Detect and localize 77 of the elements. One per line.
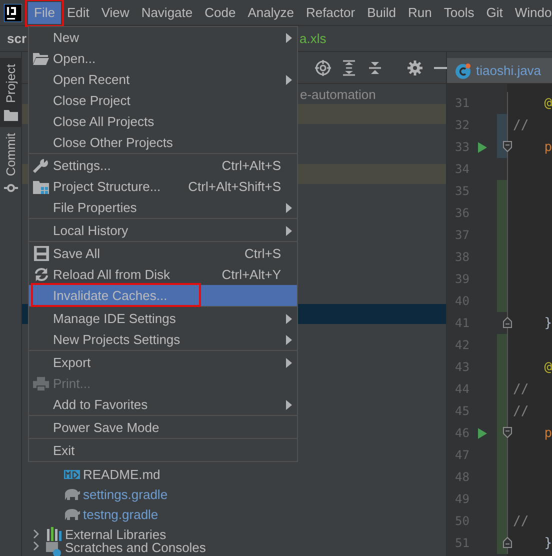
commit-icon: [4, 182, 18, 194]
chevron-icon[interactable]: [32, 529, 40, 539]
menu-bar-item[interactable]: Navigate: [135, 2, 199, 24]
locate-icon[interactable]: [315, 60, 331, 76]
editor-tab[interactable]: tiaoshi.java: [447, 58, 552, 83]
run-icon[interactable]: [478, 428, 487, 438]
tree-item[interactable]: README.md: [83, 466, 160, 482]
menu-item[interactable]: Settings... Ctrl+Alt+S: [29, 155, 297, 176]
reload-icon: [34, 267, 48, 282]
tree-item[interactable]: e-automation: [300, 86, 376, 102]
tree-item[interactable]: Scratches and Consoles: [65, 541, 206, 555]
app-logo-icon[interactable]: [4, 4, 22, 22]
tree-item[interactable]: External Libraries: [65, 526, 166, 542]
scratches-icon: [46, 541, 62, 556]
elephant-icon: [64, 507, 80, 521]
menu-item[interactable]: New: [29, 27, 297, 48]
library-icon: [46, 526, 62, 542]
folder-icon: [4, 108, 18, 121]
folder-icon: [33, 52, 49, 65]
menu-item[interactable]: Close Other Projects: [29, 132, 297, 153]
menu-bar-item[interactable]: Code: [198, 2, 242, 24]
tool-window-tab[interactable]: Project: [0, 58, 21, 127]
menu-bar-item[interactable]: View: [95, 2, 136, 24]
menu-item[interactable]: Close Project: [29, 90, 297, 111]
code-text: p: [543, 140, 552, 154]
menu-item[interactable]: Power Save Mode: [29, 417, 297, 438]
menu-item[interactable]: File Properties: [29, 197, 297, 218]
menu-item[interactable]: Open...: [29, 48, 297, 69]
collapse-all-icon[interactable]: [367, 60, 383, 76]
menu-item[interactable]: New Projects Settings: [29, 329, 297, 350]
fold-marker-icon[interactable]: [503, 317, 512, 328]
menu-bar-item[interactable]: Tools: [438, 2, 480, 24]
expand-all-icon[interactable]: [341, 60, 357, 76]
menu-bar-item[interactable]: Build: [361, 2, 402, 24]
save-icon: [34, 246, 48, 261]
breadcrumb-file[interactable]: a.xls: [300, 31, 326, 46]
menu-bar-item[interactable]: Git: [480, 2, 509, 24]
chevron-icon[interactable]: [32, 541, 40, 551]
code-text: p: [543, 426, 552, 440]
tree-item[interactable]: settings.gradle: [83, 486, 168, 502]
markdown-file-icon: [64, 470, 80, 478]
printer-icon: [33, 376, 49, 392]
folder-grid-icon: [33, 180, 49, 194]
menu-item[interactable]: Reload All from Disk Ctrl+Alt+Y: [29, 264, 297, 285]
elephant-icon: [64, 487, 80, 501]
menu-item[interactable]: Add to Favorites: [29, 394, 297, 415]
code-text: //: [513, 514, 529, 528]
menu-bar-item[interactable]: Run: [402, 2, 438, 24]
menu-bar-item[interactable]: Windo: [508, 2, 552, 24]
menu-item[interactable]: Close All Projects: [29, 111, 297, 132]
code-text: }: [543, 536, 552, 550]
menu-item[interactable]: Manage IDE Settings: [29, 308, 297, 329]
menu-item[interactable]: Open Recent: [29, 69, 297, 90]
menu-item[interactable]: Save All Ctrl+S: [29, 243, 297, 264]
java-class-icon: [455, 62, 471, 78]
code-text: //: [513, 404, 529, 418]
menu-bar-item[interactable]: Analyze: [242, 2, 300, 24]
menu-item[interactable]: Exit: [29, 440, 297, 461]
tree-item[interactable]: testng.gradle: [83, 506, 158, 522]
menu-bar-item[interactable]: Edit: [60, 2, 96, 24]
run-icon[interactable]: [478, 142, 487, 152]
breadcrumb-project[interactable]: scr: [7, 31, 27, 46]
settings-icon[interactable]: [407, 60, 423, 76]
menu-item[interactable]: Export: [29, 352, 297, 373]
menu-item[interactable]: Project Structure... Ctrl+Alt+Shift+S: [29, 176, 297, 197]
wrench-icon: [33, 158, 49, 174]
code-text: @: [543, 96, 552, 110]
code-text: }: [543, 316, 552, 330]
code-text: //: [513, 382, 529, 396]
fold-marker-icon[interactable]: [503, 427, 512, 438]
code-text: @: [543, 360, 552, 374]
fold-marker-icon[interactable]: [503, 537, 512, 548]
fold-marker-icon[interactable]: [503, 141, 512, 152]
menu-item[interactable]: Local History: [29, 220, 297, 241]
menu-bar-item[interactable]: Refactor: [300, 2, 362, 24]
tool-window-tab[interactable]: Commit: [0, 126, 21, 200]
code-text: //: [513, 118, 529, 132]
